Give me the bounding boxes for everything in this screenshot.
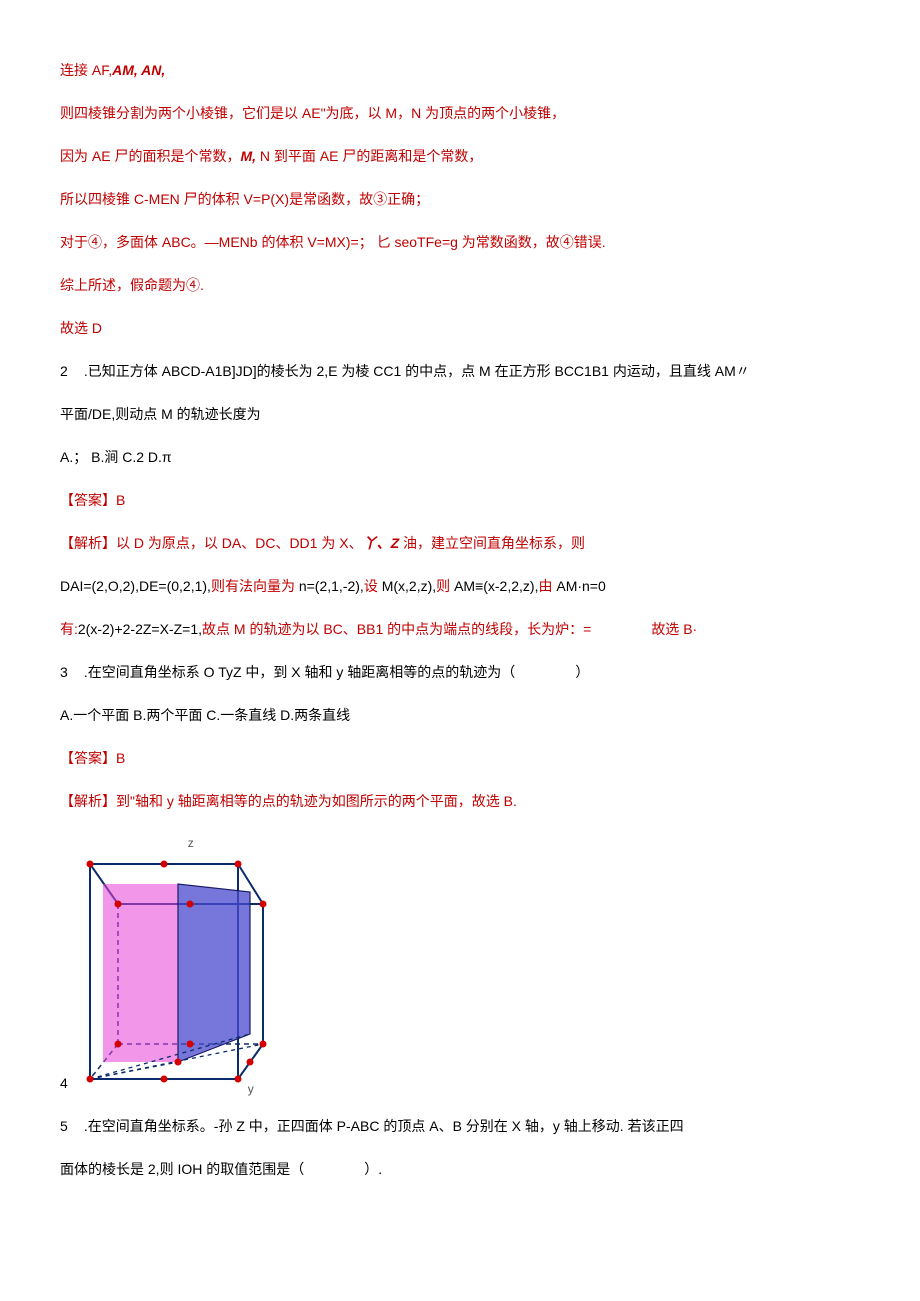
text-italic: M,: [240, 148, 256, 164]
solution-line-2: 则四棱锥分割为两个小棱锥，它们是以 AE"为底，以 M，N 为顶点的两个小棱锥，: [60, 103, 870, 124]
axis-label-z: z: [188, 834, 194, 852]
question-3-options: A.一个平面 B.两个平面 C.一条直线 D.两条直线: [60, 705, 870, 726]
text-red: 则有法向量为: [211, 578, 299, 594]
question-text: .在空间直角坐标系。-孙 Z 中，正四面体 P-ABC 的顶点 A、B 分别在 …: [80, 1118, 684, 1134]
text-black: AM≡(x-2,2,z),: [454, 578, 538, 594]
solution-line-3: 因为 AE 尸的面积是个常数，M, N 到平面 AE 尸的距离和是个常数，: [60, 146, 870, 167]
explanation-2-line-3: 有:2(x-2)+2-2Z=X-Z=1,故点 M 的轨迹为以 BC、BB1 的中…: [60, 619, 870, 640]
cube-diagram: z y: [78, 834, 308, 1094]
question-text: 面体的棱长是 2,则 IOH 的取值范围是（: [60, 1161, 304, 1177]
question-2-line-2: 平面/DE,则动点 M 的轨迹长度为: [60, 404, 870, 425]
question-2-options: A.； B.涧 C.2 D.π: [60, 447, 870, 468]
text-red: 有:: [60, 621, 78, 637]
text-red: 故点 M 的轨迹为以 BC、BB1 的中点为端点的线段，长为炉：=: [202, 621, 591, 637]
text-black: DAI=(2,O,2),DE=(0,2,1),: [60, 578, 211, 594]
figure-row: 4: [60, 834, 870, 1094]
question-5-line-2: 面体的棱长是 2,则 IOH 的取值范围是（ ）.: [60, 1159, 870, 1180]
question-text: .在空间直角坐标系 O TyZ 中，到 X 轴和 y 轴距离相等的点的轨迹为（: [80, 664, 515, 680]
question-5-line-1: 5 .在空间直角坐标系。-孙 Z 中，正四面体 P-ABC 的顶点 A、B 分别…: [60, 1116, 870, 1137]
question-3-line-1: 3 .在空间直角坐标系 O TyZ 中，到 X 轴和 y 轴距离相等的点的轨迹为…: [60, 662, 870, 683]
text-black: n=(2,1,-2),: [299, 578, 364, 594]
question-text: .已知正方体 ABCD-A1B]JD]的棱长为 2,E 为棱 CC1 的中点，点…: [80, 363, 750, 379]
question-text: ）.: [364, 1161, 382, 1177]
text-black: 2(x-2)+2-2Z=X-Z=1,: [78, 621, 202, 637]
text: 油，建立空间直角坐标系，则: [399, 535, 585, 551]
question-number: 3: [60, 662, 80, 683]
solution-line-5: 对于④，多面体 ABC。—MENb 的体积 V=MX)=； 匕 seoTFe=g…: [60, 232, 870, 253]
question-text: ）: [575, 664, 589, 680]
text-red: 则: [436, 578, 454, 594]
solution-conclusion: 综上所述，假命题为④.: [60, 275, 870, 296]
text: 【解析】以 D 为原点，以 DA、DC、DD1 为 X、: [60, 535, 363, 551]
explanation-2-line-2: DAI=(2,O,2),DE=(0,2,1),则有法向量为 n=(2,1,-2)…: [60, 576, 870, 597]
axis-label-y: y: [248, 1080, 254, 1098]
explanation-3: 【解析】到"轴和 y 轴距离相等的点的轨迹为如图所示的两个平面，故选 B.: [60, 791, 870, 812]
question-number: 2: [60, 361, 80, 382]
text: 连接 AF,: [60, 62, 112, 78]
solution-choice: 故选 D: [60, 318, 870, 339]
text-red: 设: [364, 578, 382, 594]
text-red: 故选 B·: [651, 621, 697, 637]
question-number: 5: [60, 1116, 80, 1137]
cube-svg-icon: [78, 834, 308, 1094]
text-black: AM·n=0: [556, 578, 605, 594]
text-red: 由: [538, 578, 556, 594]
solution-line-1: 连接 AF,AM, AN,: [60, 60, 870, 81]
answer-2: 【答案】B: [60, 490, 870, 511]
solution-line-4: 所以四棱锥 C-MEN 尸的体积 V=P(X)是常函数，故③正确；: [60, 189, 870, 210]
text-italic: AM, AN,: [112, 62, 165, 78]
question-2-line-1: 2 .已知正方体 ABCD-A1B]JD]的棱长为 2,E 为棱 CC1 的中点…: [60, 361, 870, 382]
answer-3: 【答案】B: [60, 748, 870, 769]
text-black: M(x,2,z),: [382, 578, 436, 594]
figure-label-4: 4: [60, 1073, 68, 1094]
text-italic: 丫、Z: [363, 535, 400, 551]
text: 因为 AE 尸的面积是个常数，: [60, 148, 240, 164]
explanation-2-line-1: 【解析】以 D 为原点，以 DA、DC、DD1 为 X、丫、Z 油，建立空间直角…: [60, 533, 870, 554]
text: N 到平面 AE 尸的距离和是个常数，: [256, 148, 482, 164]
